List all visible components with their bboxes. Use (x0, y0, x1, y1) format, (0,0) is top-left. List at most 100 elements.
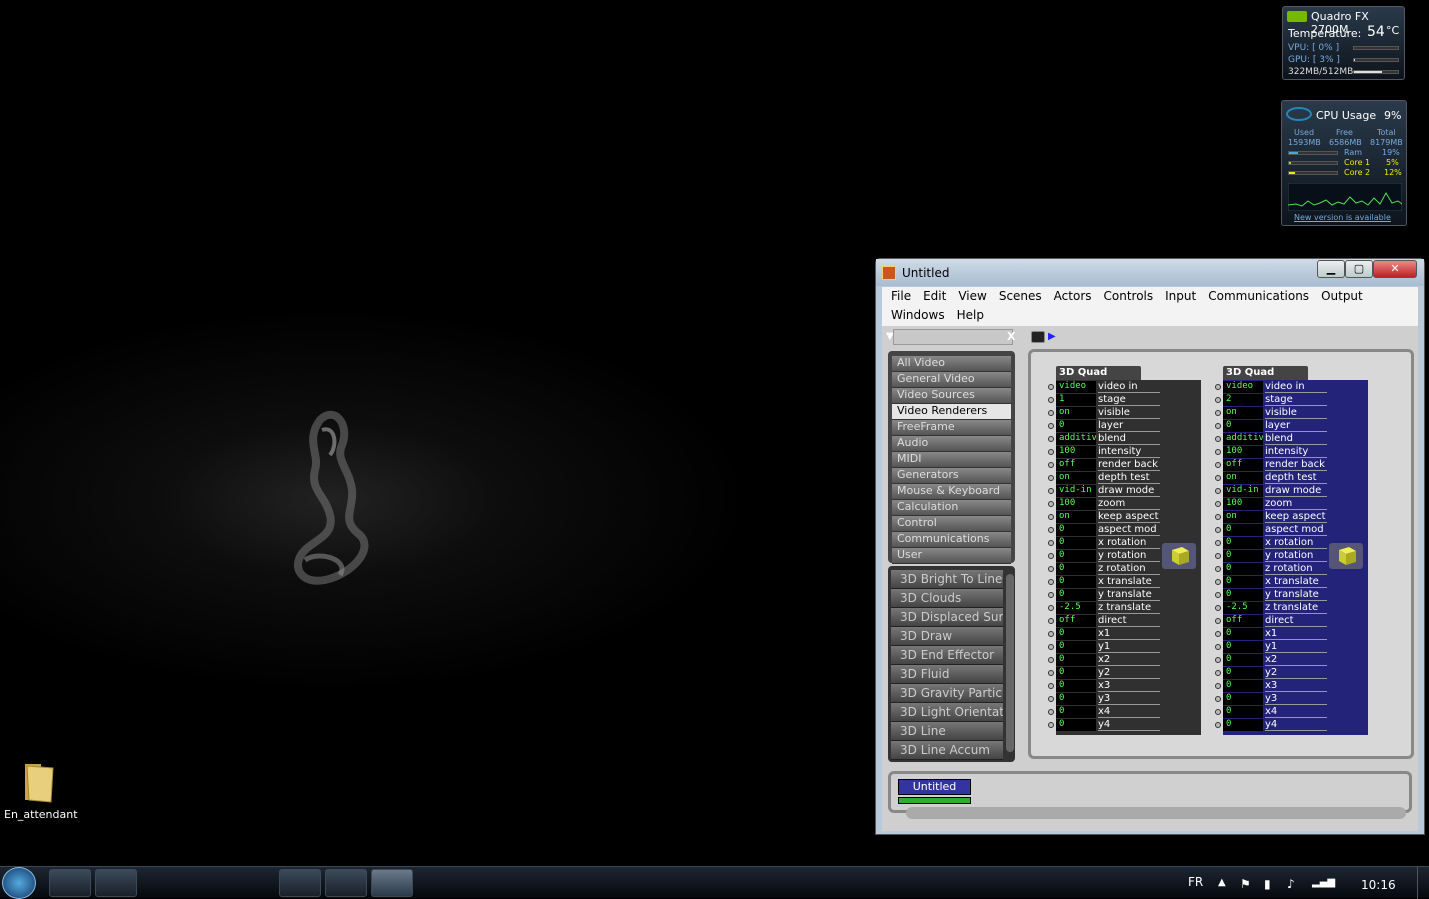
gpu-monitor-widget[interactable]: Quadro FX 2700M Temperature: 54 °C VPU: … (1282, 6, 1405, 80)
input-port[interactable] (1048, 670, 1054, 676)
input-port[interactable] (1048, 514, 1054, 520)
actor-item[interactable]: 3D Bright To Line (891, 570, 1003, 589)
param-value[interactable]: 0 (1223, 719, 1263, 731)
desktop-folder-icon[interactable]: En_attendant (4, 760, 78, 821)
param-value[interactable]: 0 (1056, 654, 1096, 666)
input-port[interactable] (1048, 488, 1054, 494)
network-icon[interactable]: ▂▄▆ (1312, 877, 1335, 888)
param-value[interactable]: 0 (1223, 550, 1263, 562)
show-desktop-button[interactable] (1417, 867, 1429, 899)
menu-file[interactable]: File (885, 287, 917, 306)
category-item[interactable]: Video Renderers (892, 404, 1011, 420)
input-port[interactable] (1048, 605, 1054, 611)
scene-editor[interactable]: 3D Quad Distortvideovideo in1stageonvisi… (1028, 349, 1414, 759)
input-port[interactable] (1048, 423, 1054, 429)
menu-windows[interactable]: Windows (885, 306, 951, 325)
input-port[interactable] (1048, 436, 1054, 442)
input-port[interactable] (1048, 462, 1054, 468)
input-port[interactable] (1215, 592, 1221, 598)
input-port[interactable] (1215, 384, 1221, 390)
param-value[interactable]: vid-in (1056, 485, 1096, 497)
input-port[interactable] (1048, 566, 1054, 572)
power-icon[interactable]: ▮ (1264, 877, 1271, 891)
input-port[interactable] (1215, 462, 1221, 468)
param-value[interactable]: 1 (1056, 394, 1096, 406)
param-value[interactable]: 100 (1056, 498, 1096, 510)
param-value[interactable]: vid-in (1223, 485, 1263, 497)
category-item[interactable]: MIDI (892, 452, 1011, 468)
input-port[interactable] (1215, 527, 1221, 533)
param-value[interactable]: 0 (1223, 641, 1263, 653)
param-value[interactable]: 0 (1223, 628, 1263, 640)
param-value[interactable]: 100 (1056, 446, 1096, 458)
param-value[interactable]: 0 (1223, 693, 1263, 705)
menu-actors[interactable]: Actors (1048, 287, 1098, 306)
param-value[interactable]: 0 (1056, 693, 1096, 705)
param-value[interactable]: 0 (1056, 628, 1096, 640)
play-arrow-icon[interactable]: ▶ (1048, 331, 1056, 342)
minimize-button[interactable]: ▁ (1317, 260, 1345, 278)
input-port[interactable] (1215, 449, 1221, 455)
input-port[interactable] (1215, 696, 1221, 702)
input-port[interactable] (1048, 696, 1054, 702)
actor-item[interactable]: 3D Gravity Particl (891, 684, 1003, 703)
taskbar-app5[interactable] (233, 869, 275, 897)
input-port[interactable] (1048, 579, 1054, 585)
input-port[interactable] (1215, 631, 1221, 637)
menu-scenes[interactable]: Scenes (993, 287, 1048, 306)
input-port[interactable] (1048, 540, 1054, 546)
menu-controls[interactable]: Controls (1098, 287, 1160, 306)
taskbar-window[interactable] (325, 869, 367, 897)
param-value[interactable]: 0 (1056, 524, 1096, 536)
actor-item[interactable]: 3D Light Orientatio (891, 703, 1003, 722)
input-port[interactable] (1215, 436, 1221, 442)
param-value[interactable]: 0 (1056, 550, 1096, 562)
taskbar-notepad[interactable] (187, 869, 229, 897)
category-item[interactable]: All Video (892, 356, 1011, 372)
param-value[interactable]: -2.5 (1056, 602, 1096, 614)
input-port[interactable] (1048, 722, 1054, 728)
input-port[interactable] (1215, 605, 1221, 611)
category-item[interactable]: Calculation (892, 500, 1011, 516)
quad-distort-actor[interactable]: 3D Quad Distortvideovideo in2stageonvisi… (1215, 366, 1368, 735)
param-value[interactable]: off (1223, 615, 1263, 627)
input-port[interactable] (1048, 618, 1054, 624)
param-value[interactable]: additive (1223, 433, 1263, 445)
actor-item[interactable]: 3D End Effector (891, 646, 1003, 665)
param-value[interactable]: 0 (1223, 680, 1263, 692)
input-port[interactable] (1048, 475, 1054, 481)
input-port[interactable] (1215, 709, 1221, 715)
menu-output[interactable]: Output (1315, 287, 1369, 306)
param-value[interactable]: 0 (1056, 641, 1096, 653)
param-value[interactable]: 2 (1223, 394, 1263, 406)
tray-expand-icon[interactable]: ▲ (1218, 877, 1226, 888)
param-value[interactable]: 0 (1223, 589, 1263, 601)
param-value[interactable]: on (1056, 407, 1096, 419)
actor-item[interactable]: 3D Line (891, 722, 1003, 741)
maximize-button[interactable]: ▢ (1345, 260, 1373, 278)
input-port[interactable] (1215, 683, 1221, 689)
input-port[interactable] (1215, 540, 1221, 546)
param-value[interactable]: 0 (1223, 537, 1263, 549)
input-port[interactable] (1048, 527, 1054, 533)
category-item[interactable]: FreeFrame (892, 420, 1011, 436)
input-port[interactable] (1215, 657, 1221, 663)
menu-communications[interactable]: Communications (1202, 287, 1315, 306)
actor-item[interactable]: 3D Clouds (891, 589, 1003, 608)
param-value[interactable]: 0 (1223, 667, 1263, 679)
param-value[interactable]: -2.5 (1223, 602, 1263, 614)
input-port[interactable] (1215, 553, 1221, 559)
camera-icon[interactable] (1031, 331, 1045, 343)
input-port[interactable] (1048, 592, 1054, 598)
category-item[interactable]: Audio (892, 436, 1011, 452)
param-value[interactable]: 0 (1056, 706, 1096, 718)
menu-view[interactable]: View (952, 287, 992, 306)
input-port[interactable] (1215, 670, 1221, 676)
param-value[interactable]: 0 (1223, 654, 1263, 666)
quad-distort-actor[interactable]: 3D Quad Distortvideovideo in1stageonvisi… (1048, 366, 1201, 735)
category-item[interactable]: Video Sources (892, 388, 1011, 404)
input-port[interactable] (1215, 618, 1221, 624)
start-button[interactable] (2, 867, 36, 899)
input-port[interactable] (1215, 722, 1221, 728)
param-value[interactable]: 100 (1223, 498, 1263, 510)
